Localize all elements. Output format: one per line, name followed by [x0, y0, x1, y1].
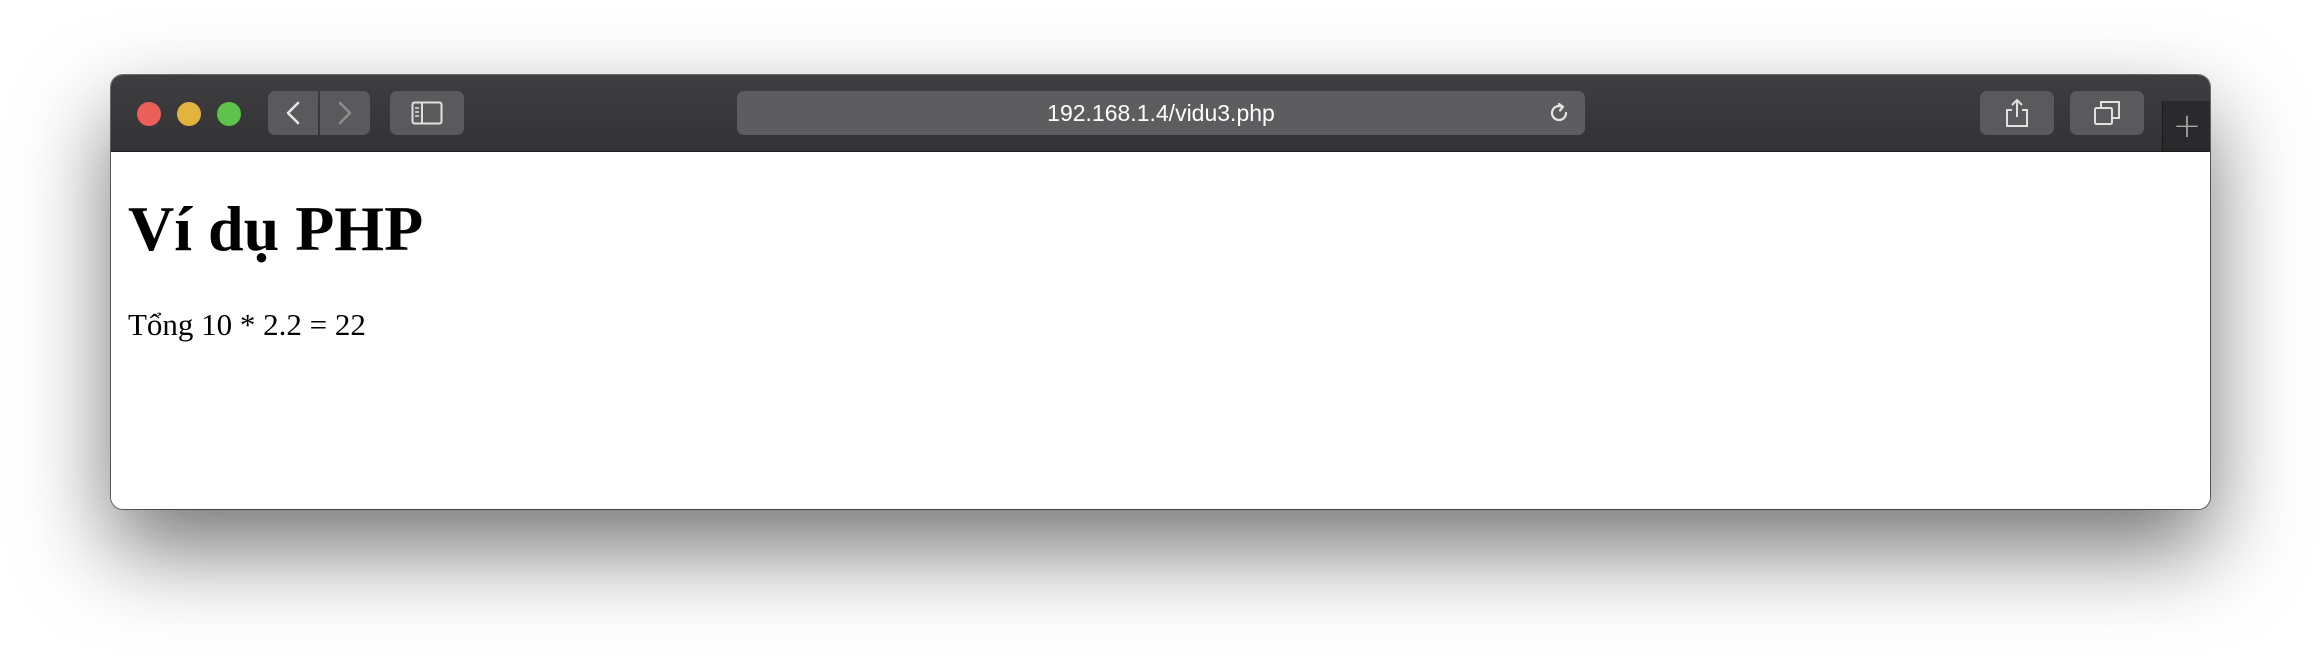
maximize-window-button[interactable]: [217, 102, 241, 126]
share-icon: [2006, 99, 2028, 127]
forward-button[interactable]: [320, 91, 370, 135]
new-tab-button[interactable]: +: [2162, 101, 2210, 151]
close-window-button[interactable]: [137, 102, 161, 126]
share-button[interactable]: [1980, 91, 2054, 135]
url-text[interactable]: 192.168.1.4/vidu3.php: [737, 91, 1585, 135]
browser-window: 192.168.1.4/vidu3.php + Ví dụ PHP Tổng 1…: [111, 75, 2210, 509]
chevron-left-icon: [286, 101, 300, 125]
browser-toolbar: 192.168.1.4/vidu3.php +: [111, 75, 2210, 152]
tabs-overview-icon: [2094, 101, 2120, 125]
back-button[interactable]: [268, 91, 318, 135]
sidebar-toggle-button[interactable]: [390, 91, 464, 135]
chevron-right-icon: [338, 101, 352, 125]
tabs-overview-button[interactable]: [2070, 91, 2144, 135]
address-bar[interactable]: 192.168.1.4/vidu3.php: [737, 91, 1585, 135]
sidebar-icon: [411, 101, 443, 125]
plus-icon: +: [2172, 106, 2202, 146]
reload-icon[interactable]: [1547, 101, 1571, 125]
minimize-window-button[interactable]: [177, 102, 201, 126]
page-heading: Ví dụ PHP: [128, 193, 424, 264]
web-page-content: Ví dụ PHP Tổng 10 * 2.2 = 22: [111, 152, 2210, 509]
page-result-text: Tổng 10 * 2.2 = 22: [128, 307, 366, 342]
